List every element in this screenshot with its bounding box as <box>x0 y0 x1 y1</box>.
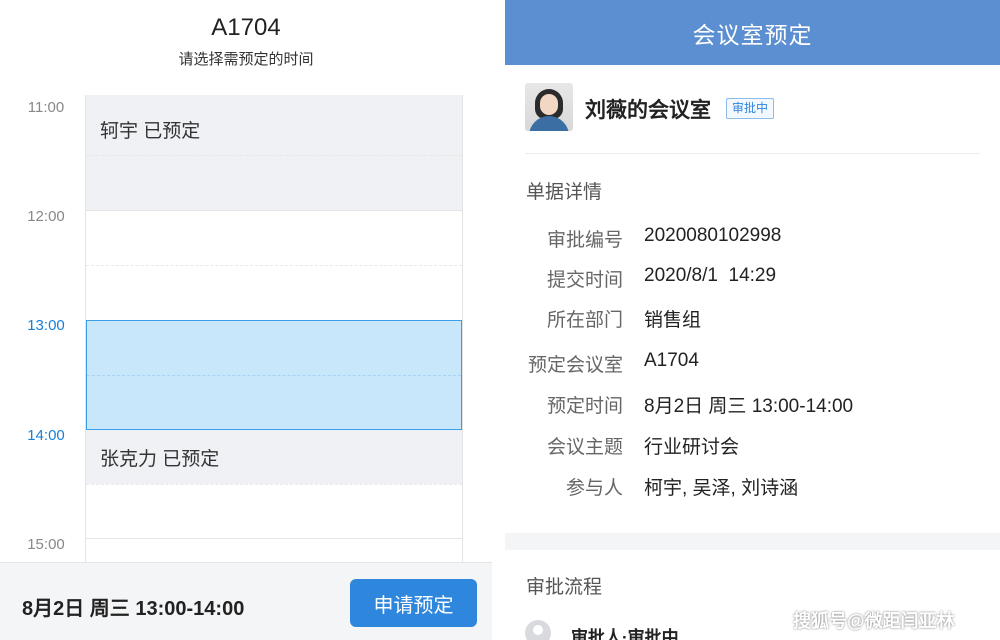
apply-booking-button[interactable]: 申请预定 <box>350 579 477 627</box>
field-value-topic: 行业研讨会 <box>644 437 740 458</box>
field-value-room: A1704 <box>644 350 699 371</box>
approver-avatar-icon <box>525 620 551 640</box>
time-slot-grid: 轲宇 已预定 张克力 已预定 <box>85 95 463 565</box>
status-badge: 审批中 <box>726 98 775 119</box>
booked-slot-2: 张克力 已预定 <box>86 430 462 484</box>
page-title: 会议室预定 <box>505 0 1000 65</box>
field-value-booking-time: 8月2日 周三 13:00-14:00 <box>644 396 854 417</box>
half-hour-line <box>86 155 462 156</box>
field-value-participants: 柯宇, 吴泽, 刘诗涵 <box>644 478 799 499</box>
booked-slot-1: 轲宇 已预定 <box>86 95 462 210</box>
avatar <box>525 83 573 131</box>
field-label-department: 所在部门 <box>546 310 623 331</box>
field-value-approval-no: 2020080102998 <box>644 225 782 246</box>
booked-slot-label: 张克力 已预定 <box>100 449 220 470</box>
approval-step: 审批人·审批中 <box>571 628 679 640</box>
screen: A1704 请选择需预定的时间 11:00 12:00 13:00 14:00 … <box>0 0 1000 640</box>
time-slot[interactable] <box>86 538 462 565</box>
selected-time-summary: 8月2日 周三 13:00-14:00 <box>22 598 245 620</box>
watermark: 搜狐号@微距闫亚林 <box>793 611 955 631</box>
booked-slot-label: 轲宇 已预定 <box>100 121 201 142</box>
selected-time-range[interactable] <box>86 320 462 430</box>
approval-detail-panel: 会议室预定 刘薇的会议室 审批中 单据详情 审批编号 2020080102998… <box>505 0 1000 640</box>
booking-bottom-bar: 8月2日 周三 13:00-14:00 申请预定 <box>0 562 492 640</box>
avatar-face <box>540 94 558 115</box>
time-slot[interactable] <box>86 265 462 320</box>
time-label-11: 11:00 <box>27 99 65 116</box>
picker-subtitle: 请选择需预定的时间 <box>178 51 314 68</box>
time-label-14: 14:00 <box>27 427 65 444</box>
time-label-13: 13:00 <box>27 317 65 334</box>
field-value-department: 销售组 <box>644 310 702 331</box>
field-value-submit-time: 2020/8/1 14:29 <box>644 265 777 286</box>
room-title: A1704 <box>211 14 281 41</box>
section-separator <box>505 533 1000 550</box>
field-label-participants: 参与人 <box>565 478 623 499</box>
field-label-approval-no: 审批编号 <box>546 230 623 251</box>
owner-name: 刘薇的会议室 <box>585 99 711 122</box>
time-slot[interactable] <box>86 484 462 538</box>
time-label-12: 12:00 <box>27 208 65 225</box>
avatar-body <box>529 116 569 131</box>
divider <box>525 153 980 154</box>
section-title-flow: 审批流程 <box>526 577 603 598</box>
time-label-15: 15:00 <box>27 536 65 553</box>
field-label-submit-time: 提交时间 <box>546 270 623 291</box>
time-picker-panel: A1704 请选择需预定的时间 11:00 12:00 13:00 14:00 … <box>0 0 492 640</box>
half-hour-line <box>87 375 461 376</box>
field-label-room: 预定会议室 <box>527 355 623 376</box>
time-slot[interactable] <box>86 210 462 265</box>
field-label-topic: 会议主题 <box>546 437 623 458</box>
section-title-details: 单据详情 <box>526 182 603 203</box>
field-label-booking-time: 预定时间 <box>546 396 623 417</box>
